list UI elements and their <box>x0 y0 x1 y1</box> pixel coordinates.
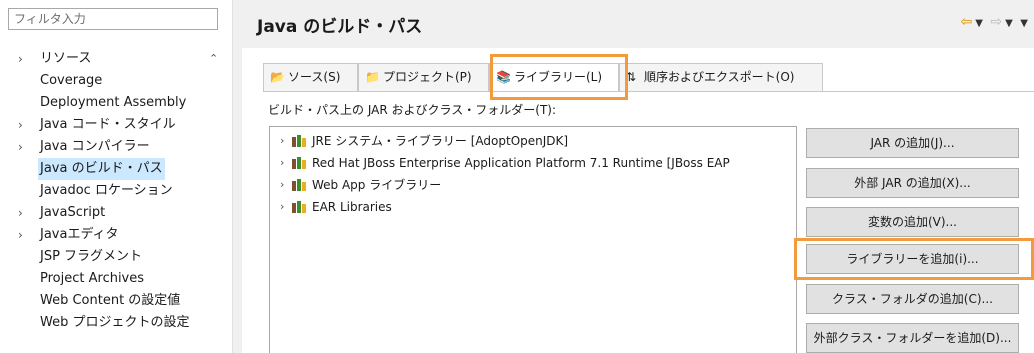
tree-item-java-build-path[interactable]: Java のビルド・パス <box>0 158 232 180</box>
library-icon <box>292 201 306 213</box>
splitter[interactable] <box>232 0 242 353</box>
chevron-right-icon[interactable]: › <box>280 130 292 152</box>
tree-item-label: Java コンパイラー <box>40 139 150 154</box>
tab-projects[interactable]: 📁 プロジェクト(P) <box>358 63 489 91</box>
add-class-folder-button[interactable]: クラス・フォルダの追加(C)... <box>806 284 1019 314</box>
chevron-right-icon[interactable]: › <box>280 152 292 174</box>
page-header: Java のビルド・パス ⇦ ▼ ⇨ ▼ ▼ <box>242 0 1034 48</box>
highlight-box-libraries-tab <box>490 54 628 100</box>
tab-separator <box>263 91 1034 92</box>
highlight-box-add-library <box>794 238 1034 280</box>
tree-item-web-content-settings[interactable]: Web Content の設定値 <box>0 290 232 312</box>
back-dropdown-icon[interactable]: ▼ <box>975 18 983 29</box>
tree-item-label: Deployment Assembly <box>40 95 187 110</box>
tree-item-label: JSP フラグメント <box>40 249 143 264</box>
back-arrow-icon[interactable]: ⇦ <box>961 14 973 30</box>
library-list[interactable]: › JRE システム・ライブラリー [AdoptOpenJDK] › Red H… <box>269 126 797 353</box>
add-jar-button[interactable]: JAR の追加(J)... <box>806 128 1019 158</box>
view-menu-icon[interactable]: ▼ <box>1020 18 1028 29</box>
jar-list-label: ビルド・パス上の JAR およびクラス・フォルダー(T): <box>268 103 557 117</box>
add-external-jar-button[interactable]: 外部 JAR の追加(X)... <box>806 168 1019 198</box>
list-item-label: Red Hat JBoss Enterprise Application Pla… <box>312 156 730 170</box>
chevron-right-icon[interactable]: › <box>18 114 32 136</box>
tab-label: ソース(S) <box>288 70 341 84</box>
tree-item-label: Java のビルド・パス <box>38 158 165 180</box>
library-icon <box>292 135 306 147</box>
tree-item-javadoc-location[interactable]: Javadoc ロケーション <box>0 180 232 202</box>
tree-item-label: Project Archives <box>40 271 145 286</box>
tree-item-deployment-assembly[interactable]: Deployment Assembly <box>0 92 232 114</box>
forward-arrow-icon[interactable]: ⇨ <box>990 14 1002 30</box>
chevron-right-icon[interactable]: › <box>18 136 32 158</box>
tree-item-web-project-settings[interactable]: Web プロジェクトの設定 <box>0 312 232 334</box>
tree-item-java-code-style[interactable]: › Java コード・スタイル <box>0 114 232 136</box>
tree-item-label: Web Content の設定値 <box>40 293 181 308</box>
tree-item-label: Javaエディタ <box>40 227 119 242</box>
tab-label: プロジェクト(P) <box>383 70 472 84</box>
chevron-right-icon[interactable]: › <box>18 224 32 246</box>
history-nav: ⇦ ▼ ⇨ ▼ ▼ <box>958 14 1028 30</box>
tree-item-resource[interactable]: › リソース <box>0 48 232 70</box>
library-icon <box>292 157 306 169</box>
tree-item-project-archives[interactable]: Project Archives <box>0 268 232 290</box>
add-variable-button[interactable]: 変数の追加(V)... <box>806 207 1019 237</box>
list-item-label: EAR Libraries <box>312 200 392 214</box>
list-item-label: Web App ライブラリー <box>312 178 442 192</box>
library-icon <box>292 179 306 191</box>
tab-label: 順序およびエクスポート(O) <box>644 70 795 84</box>
properties-nav-panel: ⌃ ›リソース Coverage Deployment Assembly ›Ja… <box>0 0 232 353</box>
order-export-icon: ⇅ <box>626 70 637 84</box>
list-item-label: JRE システム・ライブラリー [AdoptOpenJDK] <box>312 134 569 148</box>
chevron-right-icon[interactable]: › <box>18 202 32 224</box>
page-title: Java のビルド・パス <box>257 17 423 37</box>
chevron-right-icon[interactable]: › <box>280 196 292 218</box>
build-path-page: Java のビルド・パス ⇦ ▼ ⇨ ▼ ▼ 📂 ソース(S) 📁 プロジェクト(P) … <box>242 0 1034 353</box>
tree-item-label: JavaScript <box>40 205 106 220</box>
source-folder-icon: 📂 <box>270 70 285 84</box>
tree-item-label: Web プロジェクトの設定 <box>40 315 190 330</box>
tree-item-javascript[interactable]: › JavaScript <box>0 202 232 224</box>
chevron-right-icon[interactable]: › <box>280 174 292 196</box>
tree-item-label: Java コード・スタイル <box>40 117 176 132</box>
tab-source[interactable]: 📂 ソース(S) <box>263 63 358 91</box>
forward-dropdown-icon[interactable]: ▼ <box>1005 18 1013 29</box>
chevron-right-icon[interactable]: › <box>18 48 32 70</box>
add-external-class-folder-button[interactable]: 外部クラス・フォルダーを追加(D)... <box>806 323 1019 353</box>
filter-input[interactable] <box>8 8 218 30</box>
tree-item-jsp-fragment[interactable]: JSP フラグメント <box>0 246 232 268</box>
tree-item-label: リソース <box>40 51 92 66</box>
tree-item-label: Javadoc ロケーション <box>40 183 173 198</box>
tree-item-java-compiler[interactable]: › Java コンパイラー <box>0 136 232 158</box>
tree-item-label: Coverage <box>40 73 103 88</box>
tree-item-coverage[interactable]: Coverage <box>0 70 232 92</box>
project-folder-icon: 📁 <box>365 70 380 84</box>
property-page-tree: › リソース Coverage Deployment Assembly › Java… <box>0 48 232 334</box>
tab-order-export[interactable]: ⇅ 順序およびエクスポート(O) <box>619 63 823 91</box>
tree-item-java-editor[interactable]: › Javaエディタ <box>0 224 232 246</box>
